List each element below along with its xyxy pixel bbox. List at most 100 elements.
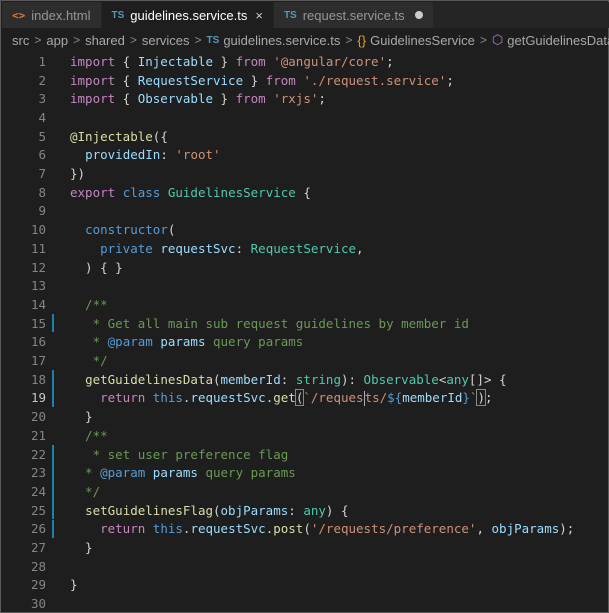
code-line[interactable]: 18 getGuidelinesData(memberId: string): … <box>2 369 609 389</box>
line-number: 2 <box>38 72 46 88</box>
code-line[interactable]: 13 <box>2 276 609 295</box>
code-line[interactable]: 17 */ <box>2 351 609 370</box>
line-number: 27 <box>30 540 46 556</box>
code-line[interactable]: 25 setGuidelinesFlag(objParams: any) { <box>2 500 609 520</box>
breadcrumb-method[interactable]: getGuidelinesData <box>507 33 609 48</box>
code-line[interactable]: 3 import { Observable } from 'rxjs'; <box>2 89 609 108</box>
line-code: /** <box>70 296 108 312</box>
line-number: 25 <box>30 502 46 518</box>
tab-label: index.html <box>31 7 91 23</box>
git-modified-marker[interactable] <box>52 369 58 389</box>
code-line[interactable]: 5 @Injectable({ <box>2 127 609 146</box>
code-line[interactable]: 20 } <box>2 407 609 426</box>
breadcrumb-services[interactable]: services <box>142 33 190 48</box>
code-line[interactable]: 22 * set user preference flag <box>2 444 609 464</box>
git-modified-marker[interactable] <box>52 388 58 408</box>
code-line[interactable]: 21 /** <box>2 426 609 445</box>
code-line[interactable]: 23 * @param params query params <box>2 463 609 483</box>
tab-index-html[interactable]: <> index.html <box>2 2 102 28</box>
code-line[interactable]: 11 private requestSvc: RequestService, <box>2 239 609 258</box>
line-code: constructor( <box>85 222 176 238</box>
chevron-right-icon: > <box>129 33 137 47</box>
line-code: providedIn: 'root' <box>85 147 221 163</box>
line-number: 20 <box>30 409 46 425</box>
code-line[interactable]: 14 /** <box>2 295 609 314</box>
line-code: import { Observable } from 'rxjs'; <box>70 91 326 107</box>
line-number: 24 <box>30 483 46 499</box>
line-number: 1 <box>38 53 46 69</box>
line-number: 22 <box>30 446 46 462</box>
typescript-file-icon: TS <box>111 9 125 21</box>
typescript-file-icon: TS <box>283 9 297 21</box>
code-line[interactable]: 6 providedIn: 'root' <box>2 146 609 165</box>
line-code: */ <box>70 483 101 499</box>
class-symbol-icon: {} <box>357 32 367 48</box>
tab-request-service[interactable]: TS request.service.ts <box>273 2 434 28</box>
tab-guidelines-service[interactable]: TS guidelines.service.ts × <box>101 2 274 28</box>
line-number: 13 <box>30 278 46 294</box>
editor-window: <> index.html TS guidelines.service.ts ×… <box>0 0 609 613</box>
code-line[interactable]: 29} <box>2 576 609 595</box>
code-line[interactable]: 8 export class GuidelinesService { <box>2 183 609 202</box>
code-line[interactable]: 26 return this.requestSvc.post('/request… <box>2 519 609 539</box>
git-modified-marker[interactable] <box>52 519 58 539</box>
git-modified-marker[interactable] <box>52 482 58 501</box>
close-icon[interactable]: × <box>255 8 263 23</box>
line-number: 9 <box>38 203 46 219</box>
chevron-right-icon: > <box>73 33 81 47</box>
typescript-file-icon: TS <box>206 34 220 46</box>
line-number: 15 <box>30 315 46 331</box>
line-code: } <box>70 577 78 593</box>
line-code: ) { } <box>70 259 123 275</box>
line-code: setGuidelinesFlag(objParams: any) { <box>85 502 349 518</box>
line-number: 21 <box>30 427 46 443</box>
line-number: 17 <box>30 353 46 369</box>
code-line[interactable]: 12 ) { } <box>2 258 609 277</box>
line-code: return this.requestSvc.post('/requests/p… <box>100 521 575 537</box>
chevron-right-icon: > <box>194 33 202 47</box>
breadcrumb-class[interactable]: GuidelinesService <box>370 33 475 48</box>
line-code: */ <box>70 353 108 369</box>
line-number: 5 <box>38 128 46 144</box>
code-editor[interactable]: 1 import { Injectable } from '@angular/co… <box>2 52 609 613</box>
tab-label: request.service.ts <box>302 7 405 23</box>
git-modified-marker[interactable] <box>52 313 58 333</box>
chevron-right-icon: > <box>34 33 42 47</box>
unsaved-dot-icon[interactable] <box>414 11 423 19</box>
line-code: getGuidelinesData(memberId: string): Obs… <box>85 371 507 387</box>
line-number: 29 <box>30 577 46 593</box>
code-line[interactable]: 1 import { Injectable } from '@angular/co… <box>2 52 609 71</box>
code-line[interactable]: 9 <box>2 202 609 221</box>
breadcrumb-app[interactable]: app <box>46 33 68 48</box>
git-modified-marker[interactable] <box>52 500 58 520</box>
line-number: 18 <box>30 371 46 387</box>
code-line[interactable]: 10 constructor( <box>2 220 609 239</box>
line-number: 16 <box>30 334 46 350</box>
code-line[interactable]: 27 } <box>2 538 609 557</box>
breadcrumb-src[interactable]: src <box>12 33 29 48</box>
code-line[interactable]: 7}) <box>2 164 609 183</box>
code-line[interactable]: 4 <box>2 108 609 127</box>
line-code: } <box>70 540 93 556</box>
git-modified-marker[interactable] <box>52 444 58 464</box>
line-code: * Get all main sub request guidelines by… <box>85 315 469 331</box>
line-code: /** <box>70 427 108 443</box>
code-line[interactable]: 15 * Get all main sub request guidelines… <box>2 313 609 333</box>
code-line[interactable]: 16 * @param params query params <box>2 333 609 352</box>
breadcrumb-shared[interactable]: shared <box>85 33 125 48</box>
line-number: 26 <box>30 521 46 537</box>
code-line[interactable]: 24 */ <box>2 482 609 501</box>
line-number: 10 <box>30 222 46 238</box>
breadcrumb-file[interactable]: guidelines.service.ts <box>223 33 340 48</box>
code-line[interactable]: 28 <box>2 557 609 576</box>
code-line[interactable]: 30 <box>2 594 609 613</box>
line-code: @Injectable({ <box>70 128 168 144</box>
code-line[interactable]: 2 import { RequestService } from './reque… <box>2 71 609 90</box>
tab-bar: <> index.html TS guidelines.service.ts ×… <box>2 2 609 28</box>
code-line-current[interactable]: 19 return this.requestSvc.get(`/requests… <box>2 388 609 408</box>
line-number: 19 <box>30 390 46 406</box>
line-code: * @param params query params <box>70 334 304 350</box>
git-modified-marker[interactable] <box>52 463 58 483</box>
line-code: import { RequestService } from './reques… <box>70 72 454 88</box>
line-number: 8 <box>38 184 46 200</box>
